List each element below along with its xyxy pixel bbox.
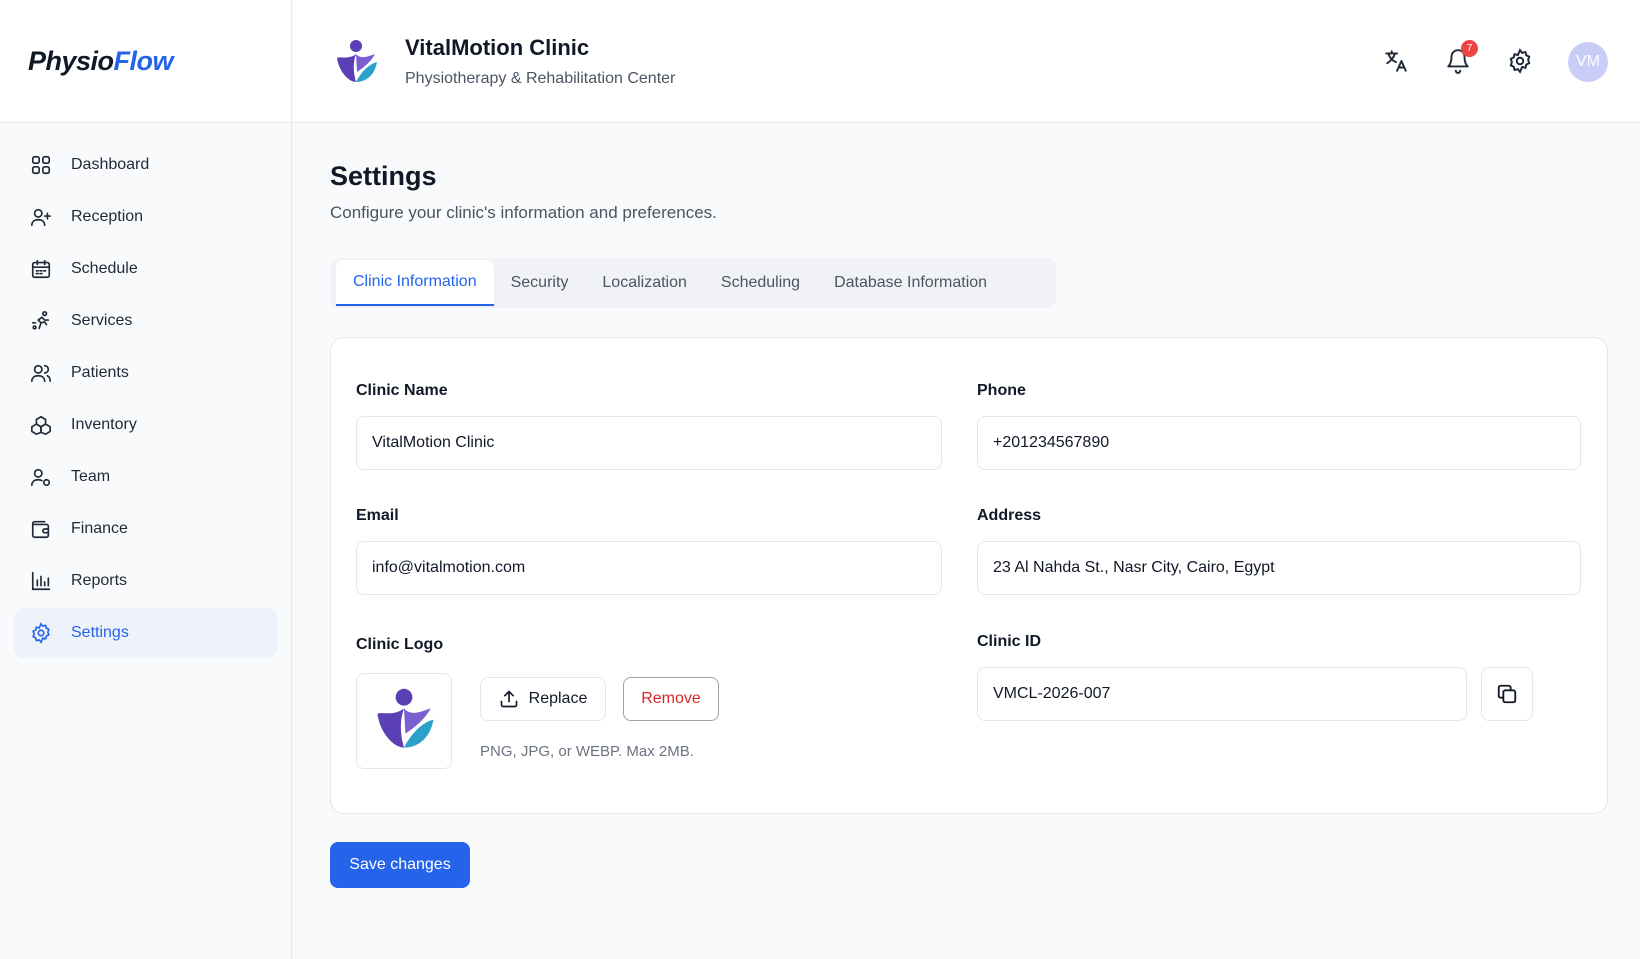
tab-clinic-information[interactable]: Clinic Information <box>336 260 494 306</box>
sidebar-item-label: Settings <box>71 624 129 641</box>
sidebar: Physio Flow Dashboard Reception Schedule … <box>0 0 292 959</box>
running-person-icon <box>31 311 50 330</box>
settings-button[interactable] <box>1507 48 1533 74</box>
phone-label: Phone <box>977 382 1026 399</box>
clinic-information-card: Clinic Name VitalMotion Clinic Phone +20… <box>330 337 1608 814</box>
top-bar: VitalMotion Clinic Physiotherapy & Rehab… <box>293 0 1640 123</box>
clinic-title: VitalMotion Clinic <box>405 35 590 60</box>
upload-icon <box>500 690 517 708</box>
clinic-name-input[interactable]: VitalMotion Clinic <box>356 416 942 470</box>
address-label: Address <box>977 507 1042 524</box>
sidebar-item-label: Reports <box>71 572 128 589</box>
address-input[interactable]: 23 Al Nahda St., Nasr City, Cairo, Egypt <box>977 541 1581 595</box>
bar-chart-icon <box>31 571 51 591</box>
sidebar-item-reports[interactable]: Reports <box>14 556 277 606</box>
sidebar-item-label: Patients <box>71 364 129 381</box>
sidebar-item-label: Schedule <box>71 260 138 277</box>
language-button[interactable] <box>1383 48 1409 74</box>
dashboard-grid-icon <box>31 155 51 175</box>
sidebar-nav: Dashboard Reception Schedule Services Pa… <box>0 123 291 677</box>
user-gear-icon <box>31 468 51 487</box>
gear-icon <box>32 622 50 644</box>
sidebar-item-finance[interactable]: Finance <box>14 504 277 554</box>
brand-logo[interactable]: Physio Flow <box>0 0 291 123</box>
sidebar-item-label: Reception <box>71 208 144 225</box>
sidebar-item-schedule[interactable]: Schedule <box>14 244 277 294</box>
sidebar-item-label: Inventory <box>71 416 137 433</box>
replace-label: Replace <box>528 690 588 707</box>
tab-security[interactable]: Security <box>494 260 586 306</box>
sidebar-item-reception[interactable]: Reception <box>14 192 277 242</box>
phone-input[interactable]: +201234567890 <box>977 416 1581 470</box>
save-changes-button[interactable]: Save changes <box>330 842 470 888</box>
email-input[interactable]: info@vitalmotion.com <box>356 541 942 595</box>
boxes-icon <box>31 415 51 435</box>
brand-name-part-1: Physio <box>28 45 114 76</box>
calendar-icon <box>31 259 51 279</box>
translate-icon <box>1385 50 1407 72</box>
copy-icon <box>1497 684 1517 704</box>
sidebar-item-team[interactable]: Team <box>14 452 277 502</box>
clinic-logo-preview <box>356 673 452 769</box>
sidebar-item-patients[interactable]: Patients <box>14 348 277 398</box>
brand-name-part-2: Flow <box>113 45 174 76</box>
notification-badge: 7 <box>1461 40 1478 57</box>
clinic-logo-image <box>377 688 434 748</box>
clinic-logo-label: Clinic Logo <box>356 636 444 653</box>
sidebar-item-settings[interactable]: Settings <box>14 608 277 658</box>
remove-logo-button[interactable]: Remove <box>623 677 719 721</box>
clinic-name-label: Clinic Name <box>356 382 448 399</box>
users-icon <box>31 364 51 383</box>
tab-scheduling[interactable]: Scheduling <box>704 260 817 306</box>
sidebar-item-label: Dashboard <box>71 156 150 173</box>
logo-hint: PNG, JPG, or WEBP. Max 2MB. <box>480 743 694 760</box>
page-subtitle: Configure your clinic's information and … <box>330 203 717 222</box>
sidebar-item-label: Finance <box>71 520 128 537</box>
sidebar-item-label: Team <box>71 468 111 485</box>
sidebar-item-services[interactable]: Services <box>14 296 277 346</box>
user-plus-icon <box>31 208 51 227</box>
clinic-logo-icon <box>337 40 377 82</box>
clinic-id-input[interactable]: VMCL-2026-007 <box>977 667 1467 721</box>
copy-clinic-id-button[interactable] <box>1481 667 1533 721</box>
user-avatar[interactable]: VM <box>1568 42 1608 82</box>
notifications-button[interactable]: 7 <box>1445 40 1478 74</box>
clinic-id-label: Clinic ID <box>977 633 1042 650</box>
email-label: Email <box>356 507 399 524</box>
clinic-subtitle: Physiotherapy & Rehabilitation Center <box>405 70 676 87</box>
gear-icon <box>1509 48 1531 74</box>
replace-logo-button[interactable]: Replace <box>480 677 606 721</box>
page-title: Settings <box>330 161 437 191</box>
sidebar-item-dashboard[interactable]: Dashboard <box>14 140 277 190</box>
settings-tabs: Clinic Information Security Localization… <box>330 258 1056 308</box>
tab-localization[interactable]: Localization <box>585 260 704 306</box>
tab-database-information[interactable]: Database Information <box>817 260 1004 306</box>
wallet-icon <box>31 520 50 539</box>
sidebar-item-inventory[interactable]: Inventory <box>14 400 277 450</box>
sidebar-item-label: Services <box>71 312 133 329</box>
